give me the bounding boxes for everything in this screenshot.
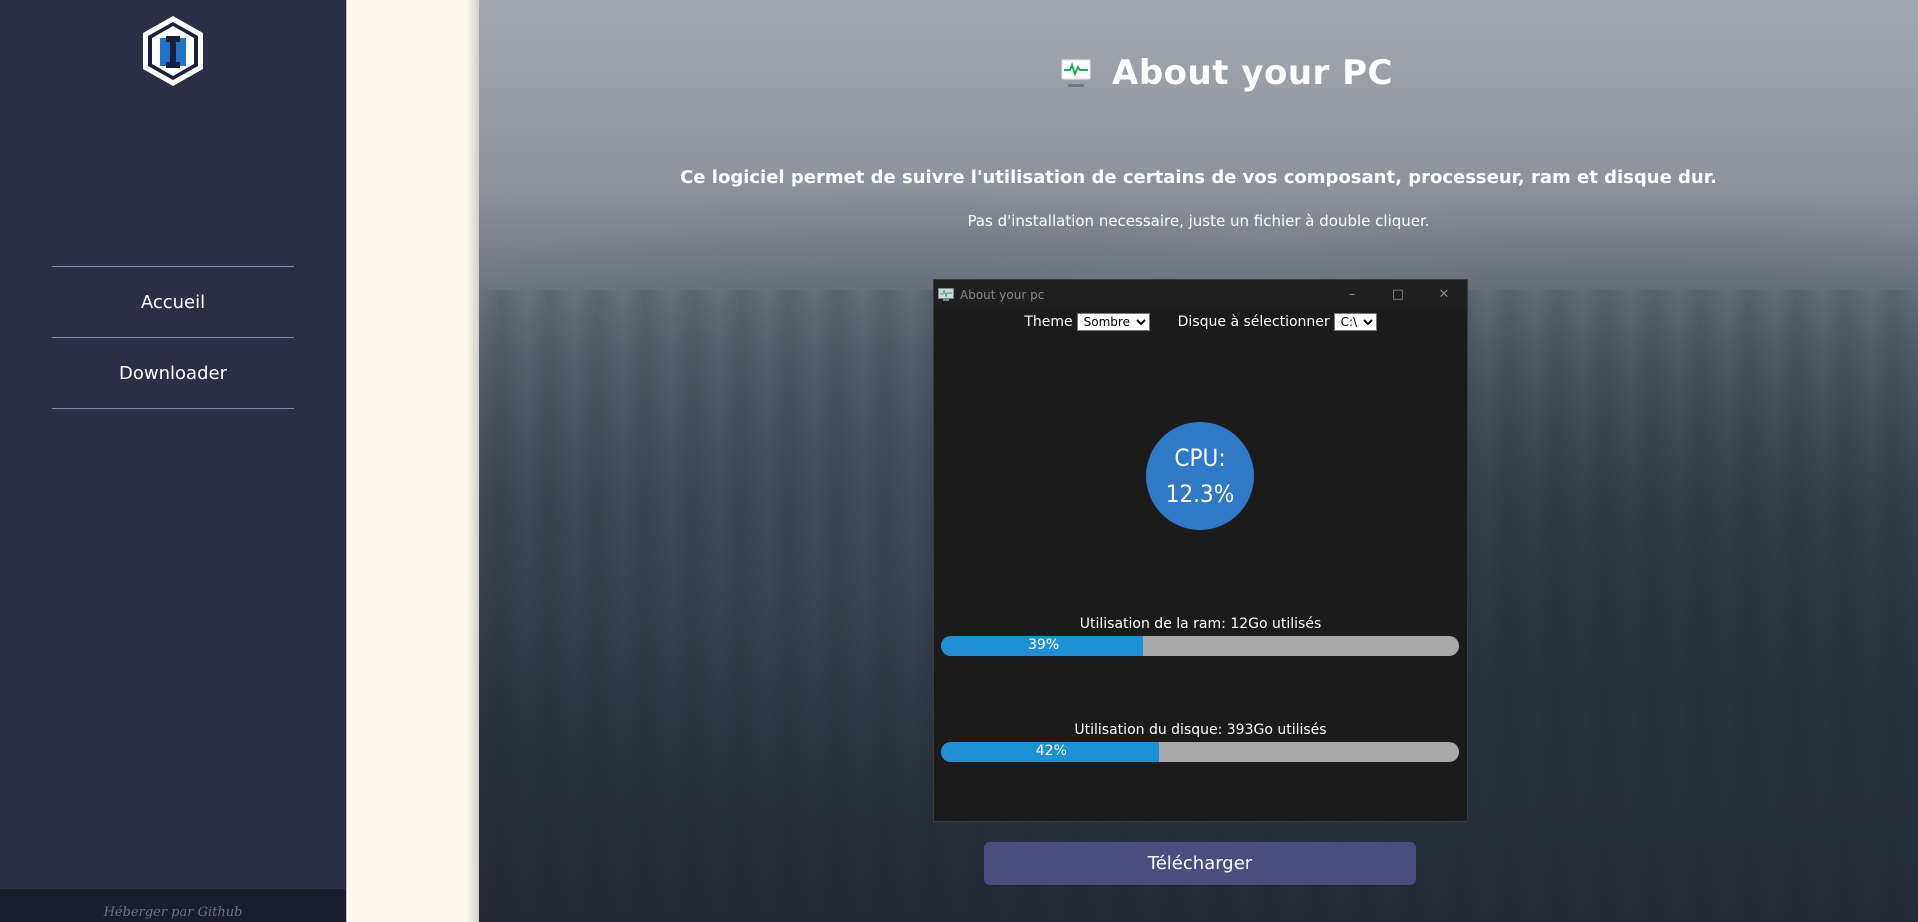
cream-panel (346, 0, 480, 922)
hexagon-logo-icon[interactable] (140, 14, 206, 88)
cpu-value: 12.3% (1165, 480, 1235, 508)
hero-title-row: About your PC (1060, 50, 1393, 96)
app-titlebar: About your pc – □ ✕ (934, 280, 1467, 309)
maximize-icon[interactable]: □ (1375, 280, 1421, 309)
disk-percent-text: 42% (1035, 743, 1067, 759)
ram-percent-text: 39% (1028, 637, 1060, 653)
hero-subtitle-secondary: Pas d'installation necessaire, juste un … (967, 212, 1430, 230)
theme-select[interactable]: Sombre (1076, 313, 1150, 331)
ram-progress-bar (941, 636, 1459, 656)
page-title: About your PC (1112, 53, 1394, 93)
window-controls: – □ ✕ (1329, 280, 1467, 309)
nav-item-accueil[interactable]: Accueil (52, 266, 294, 337)
app-window-title: About your pc (960, 287, 1045, 302)
cpu-label: CPU: (1174, 444, 1226, 472)
disk-usage-label: Utilisation du disque: 393Go utilisés (1074, 722, 1327, 738)
download-button[interactable]: Télécharger (984, 842, 1416, 885)
disk-select-label: Disque à sélectionner (1177, 314, 1330, 330)
close-icon[interactable]: ✕ (1421, 280, 1467, 309)
monitor-icon (1060, 58, 1092, 87)
app-preview-window: About your pc – □ ✕ Theme Sombre Disque … (933, 279, 1468, 822)
minimize-icon[interactable]: – (1329, 280, 1375, 309)
sidebar-footer: Héberger par Github (0, 889, 346, 922)
sidebar-nav: Accueil Downloader (52, 266, 294, 409)
footer-hosting-text[interactable]: Héberger par Github (104, 905, 243, 920)
hero-subtitle: Ce logiciel permet de suivre l'utilisati… (680, 167, 1717, 188)
ram-usage-label: Utilisation de la ram: 12Go utilisés (1079, 616, 1322, 632)
app-toolbar: Theme Sombre Disque à sélectionner C:\ (934, 309, 1467, 335)
theme-label: Theme (1024, 314, 1073, 330)
app-monitor-icon (938, 287, 954, 301)
nav-item-downloader[interactable]: Downloader (52, 337, 294, 409)
disk-select[interactable]: C:\ (1333, 313, 1377, 331)
sidebar: Accueil Downloader Héberger par Github (0, 0, 346, 922)
panel-shadow (466, 0, 480, 922)
cpu-usage-circle: CPU: 12.3% (1146, 422, 1254, 530)
theme-control: Theme Sombre (1024, 313, 1150, 331)
disk-control: Disque à sélectionner C:\ (1178, 313, 1377, 331)
disk-progress-bar (941, 742, 1459, 762)
